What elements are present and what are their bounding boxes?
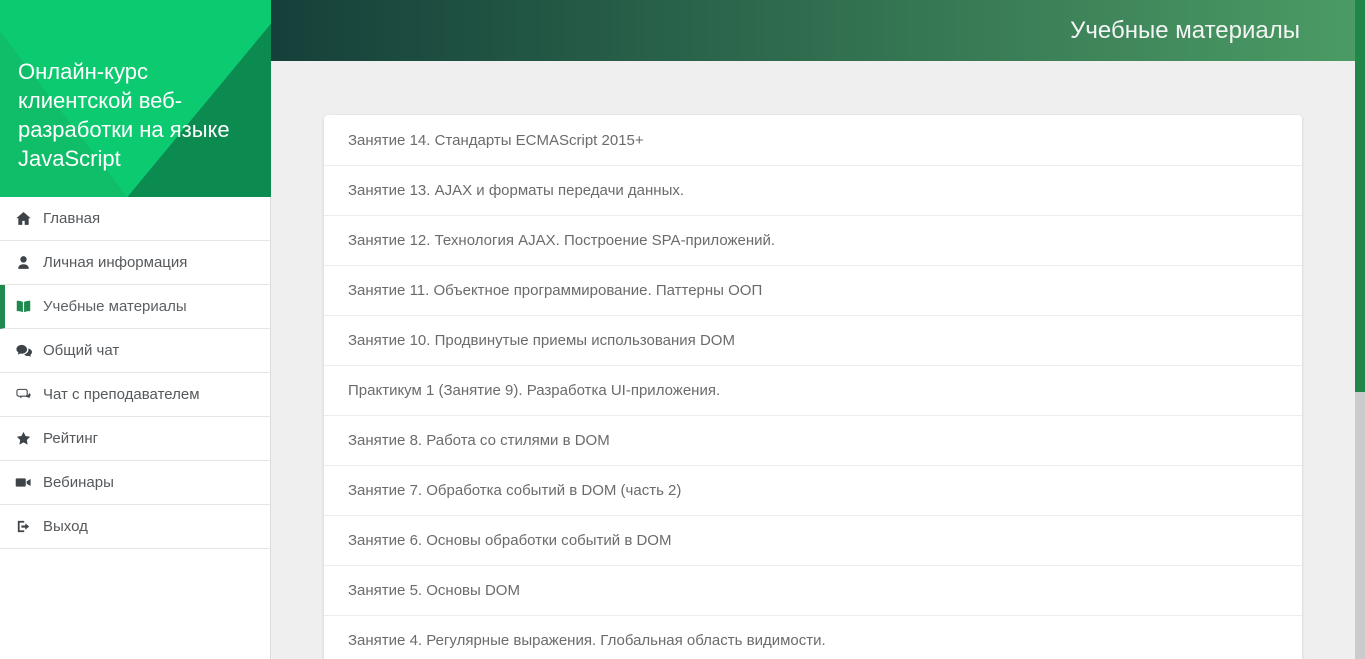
material-item[interactable]: Занятие 10. Продвинутые приемы использов… (324, 315, 1302, 365)
material-title: Занятие 8. Работа со стилями в DOM (348, 432, 610, 449)
page-title: Учебные материалы (1070, 16, 1300, 44)
sidebar-nav: Главная Личная информация Учебные материал… (0, 197, 271, 659)
sidebar-item-label: Рейтинг (43, 430, 99, 447)
sidebar-item-group-chat[interactable]: Общий чат (0, 329, 270, 373)
page-header: Учебные материалы (271, 0, 1355, 61)
material-item[interactable]: Занятие 7. Обработка событий в DOM (част… (324, 465, 1302, 515)
course-banner: Онлайн-курс клиентской веб-разработки на… (0, 0, 271, 197)
video-icon (14, 474, 32, 492)
material-item[interactable]: Занятие 13. AJAX и форматы передачи данн… (324, 165, 1302, 215)
logout-icon (14, 518, 32, 536)
material-title: Занятие 12. Технология AJAX. Построение … (348, 232, 776, 249)
material-title: Занятие 10. Продвинутые приемы использов… (348, 332, 735, 349)
sidebar: Онлайн-курс клиентской веб-разработки на… (0, 0, 271, 659)
material-title: Занятие 5. Основы DOM (348, 582, 520, 599)
sidebar-item-rating[interactable]: Рейтинг (0, 417, 270, 461)
chat-group-icon (14, 342, 32, 360)
material-item[interactable]: Занятие 6. Основы обработки событий в DO… (324, 515, 1302, 565)
material-item[interactable]: Занятие 8. Работа со стилями в DOM (324, 415, 1302, 465)
sidebar-item-webinars[interactable]: Вебинары (0, 461, 270, 505)
app-window: Онлайн-курс клиентской веб-разработки на… (0, 0, 1365, 659)
sidebar-item-label: Учебные материалы (43, 298, 187, 315)
materials-list: Занятие 14. Стандарты ECMAScript 2015+ За… (324, 115, 1302, 659)
material-item[interactable]: Практикум 1 (Занятие 9). Разработка UI-п… (324, 365, 1302, 415)
material-title: Занятие 4. Регулярные выражения. Глобаль… (348, 632, 826, 649)
sidebar-item-logout[interactable]: Выход (0, 505, 270, 549)
material-title: Занятие 14. Стандарты ECMAScript 2015+ (348, 131, 644, 149)
course-title: Онлайн-курс клиентской веб-разработки на… (18, 59, 230, 171)
material-title: Занятие 7. Обработка событий в DOM (част… (348, 482, 682, 499)
chat-teacher-icon (14, 386, 32, 404)
sidebar-item-label: Чат с преподавателем (43, 386, 200, 403)
scrollbar-thumb[interactable] (1355, 0, 1365, 392)
sidebar-item-label: Выход (43, 518, 88, 535)
book-icon (14, 298, 32, 316)
material-item[interactable]: Занятие 4. Регулярные выражения. Глобаль… (324, 615, 1302, 659)
sidebar-item-label: Вебинары (43, 474, 114, 491)
material-item[interactable]: Занятие 11. Объектное программирование. … (324, 265, 1302, 315)
sidebar-item-home[interactable]: Главная (0, 197, 270, 241)
user-icon (14, 254, 32, 272)
material-title: Занятие 11. Объектное программирование. … (348, 282, 763, 299)
material-title: Занятие 6. Основы обработки событий в DO… (348, 532, 672, 549)
home-icon (14, 210, 32, 228)
sidebar-item-materials[interactable]: Учебные материалы (0, 285, 270, 329)
sidebar-item-label: Личная информация (43, 254, 188, 271)
sidebar-item-label: Главная (43, 210, 101, 227)
material-title: Практикум 1 (Занятие 9). Разработка UI-п… (348, 382, 721, 399)
main-area: Учебные материалы Занятие 14. Стандарты … (271, 0, 1355, 659)
scrollbar-track[interactable] (1355, 0, 1365, 659)
material-item[interactable]: Занятие 12. Технология AJAX. Построение … (324, 215, 1302, 265)
content-area: Занятие 14. Стандарты ECMAScript 2015+ За… (271, 61, 1355, 659)
sidebar-item-teacher-chat[interactable]: Чат с преподавателем (0, 373, 270, 417)
material-item[interactable]: Занятие 14. Стандарты ECMAScript 2015+ (324, 115, 1302, 165)
sidebar-item-label: Общий чат (43, 342, 120, 359)
star-icon (14, 430, 32, 448)
material-title: Занятие 13. AJAX и форматы передачи данн… (348, 182, 685, 199)
material-item[interactable]: Занятие 5. Основы DOM (324, 565, 1302, 615)
sidebar-item-profile[interactable]: Личная информация (0, 241, 270, 285)
